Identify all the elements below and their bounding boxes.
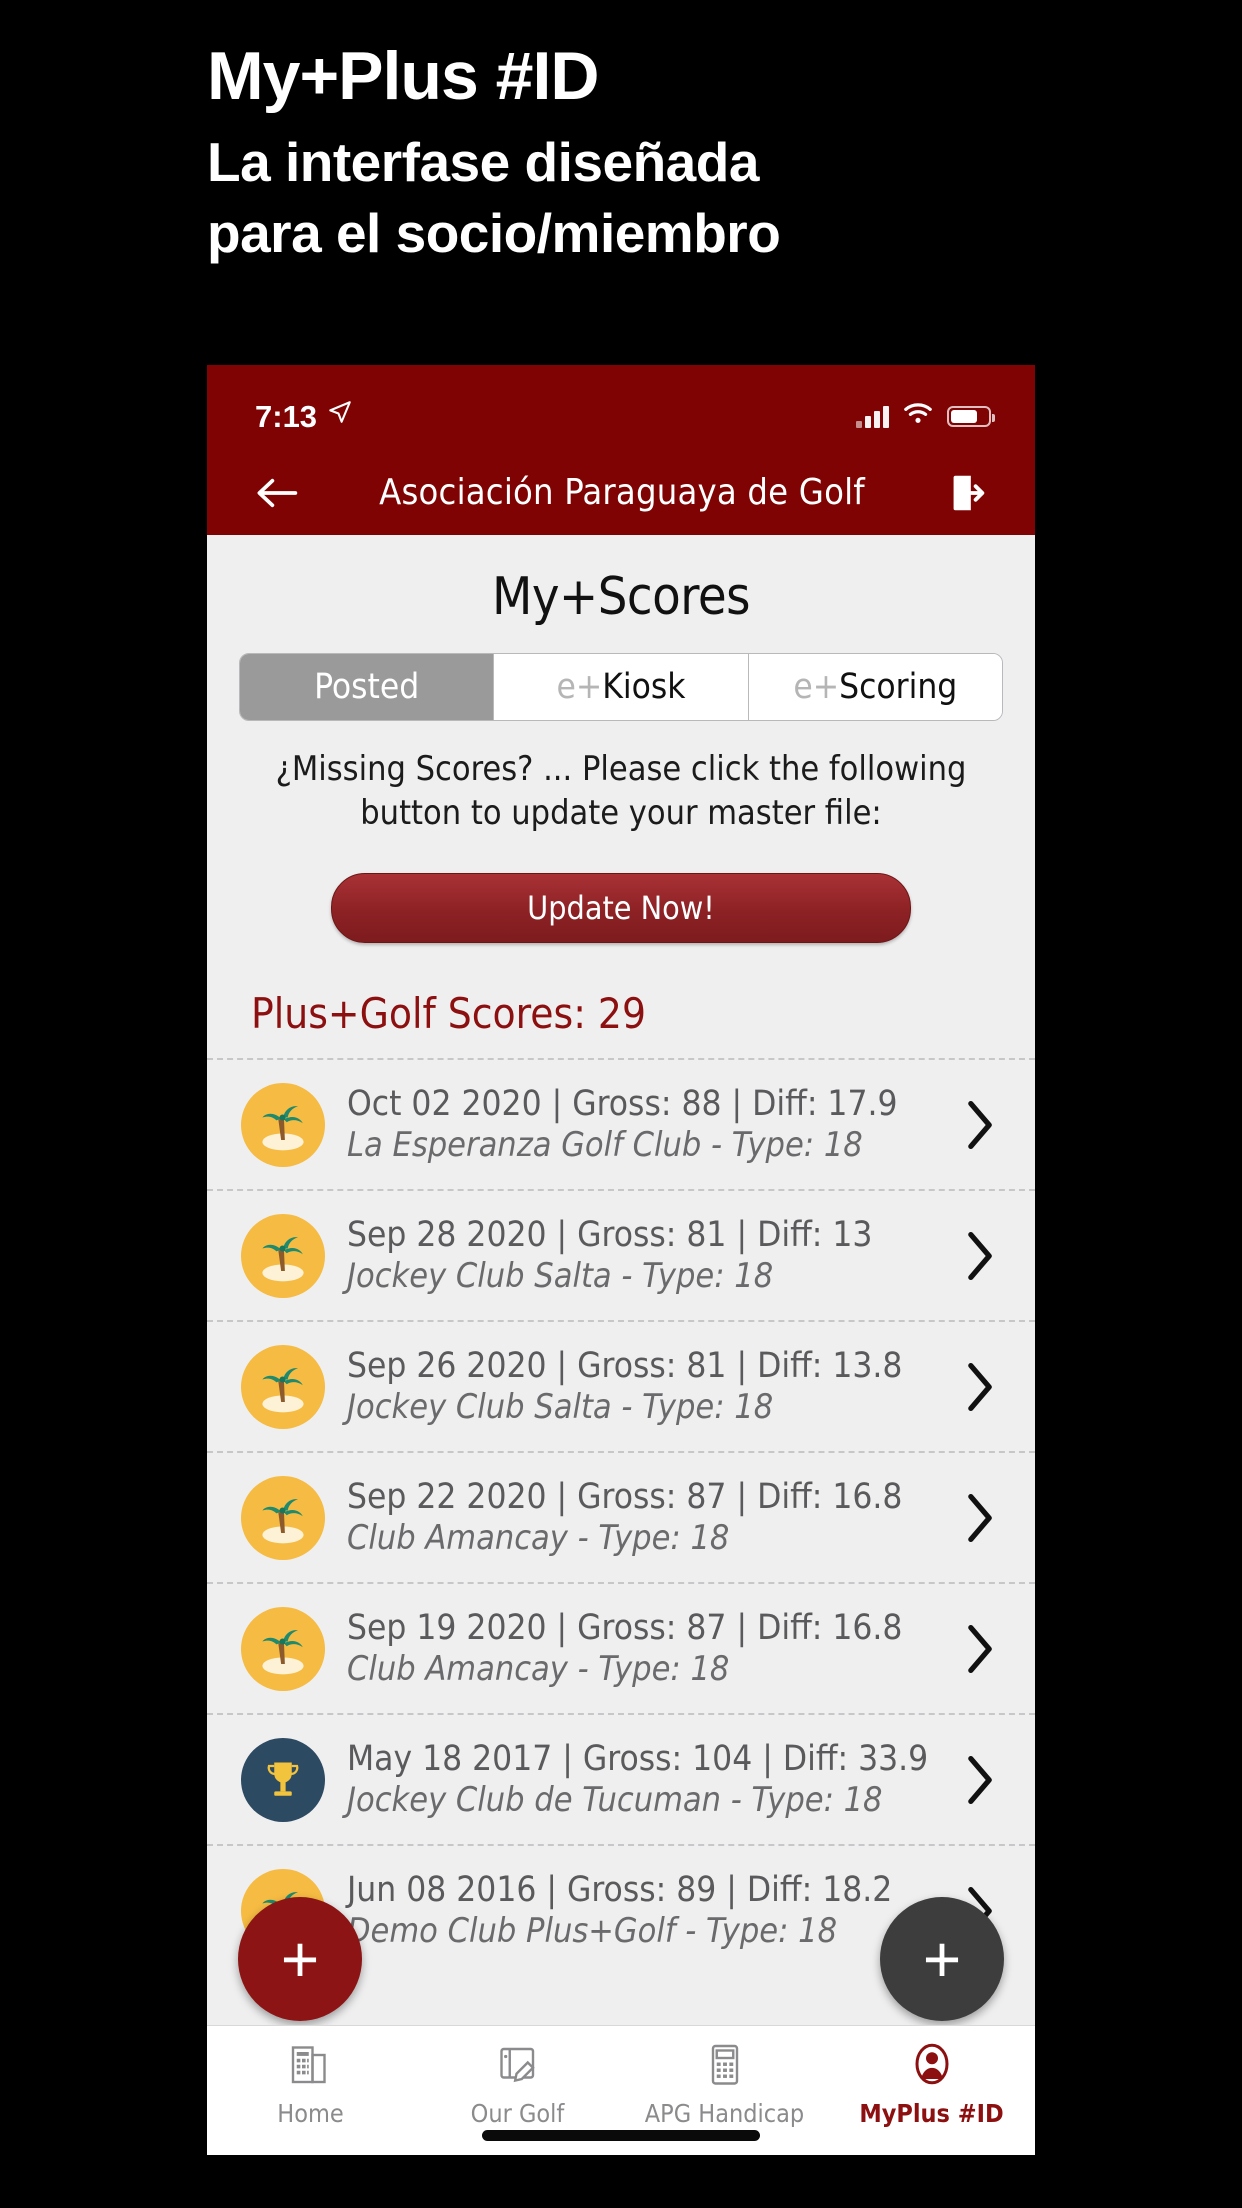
row-text: Sep 28 2020 | Gross: 81 | Diff: 13 Jocke… bbox=[347, 1215, 955, 1297]
tab-our-golf-label: Our Golf bbox=[470, 2099, 565, 2128]
chevron-right-icon[interactable] bbox=[955, 1623, 1005, 1675]
trophy-icon bbox=[241, 1737, 325, 1822]
phone-screenshot: 7:13 Asociación Paraguaya de Golf My+Sco… bbox=[207, 365, 1035, 2155]
tab-myplus-id[interactable]: MyPlus #ID bbox=[828, 2040, 1035, 2128]
update-now-button[interactable]: Update Now! bbox=[331, 873, 911, 944]
promo-header: My+Plus #ID La interfase diseñada para e… bbox=[0, 0, 1242, 365]
table-row[interactable]: Sep 19 2020 | Gross: 87 | Diff: 16.8 Clu… bbox=[207, 1582, 1035, 1713]
row-primary-text: Jun 08 2016 | Gross: 89 | Diff: 18.2 bbox=[347, 1869, 893, 1910]
chevron-right-icon[interactable] bbox=[955, 1754, 1005, 1806]
row-text: Jun 08 2016 | Gross: 89 | Diff: 18.2 Dem… bbox=[347, 1870, 955, 1952]
tab-apg-handicap[interactable]: APG Handicap bbox=[621, 2040, 828, 2128]
tab-home-label: Home bbox=[277, 2099, 344, 2128]
palm-tree-icon bbox=[241, 1475, 325, 1560]
chevron-right-icon[interactable] bbox=[955, 1492, 1005, 1544]
row-text: May 18 2017 | Gross: 104 | Diff: 33.9 Jo… bbox=[347, 1739, 955, 1821]
tab-apg-handicap-label: APG Handicap bbox=[644, 2099, 805, 2128]
segment-ekiosk[interactable]: e+ Kiosk bbox=[494, 654, 749, 720]
logout-button[interactable] bbox=[935, 461, 999, 525]
add-button[interactable]: + bbox=[880, 1897, 1004, 2021]
row-secondary-text: Club Amancay - Type: 18 bbox=[347, 1649, 730, 1690]
table-row[interactable]: Sep 28 2020 | Gross: 81 | Diff: 13 Jocke… bbox=[207, 1189, 1035, 1320]
palm-tree-icon bbox=[241, 1344, 325, 1429]
promo-subtitle-line-1: La interfase diseñada bbox=[207, 131, 759, 194]
tab-home[interactable]: Home bbox=[207, 2040, 414, 2128]
status-bar-right bbox=[856, 403, 995, 430]
row-secondary-text: Jockey Club de Tucuman - Type: 18 bbox=[347, 1780, 883, 1821]
row-secondary-text: Jockey Club Salta - Type: 18 bbox=[347, 1256, 774, 1297]
segment-escoring-prefix: e+ bbox=[793, 667, 840, 707]
table-row[interactable]: May 18 2017 | Gross: 104 | Diff: 33.9 Jo… bbox=[207, 1713, 1035, 1844]
home-indicator bbox=[482, 2130, 760, 2141]
building-icon bbox=[287, 2040, 335, 2093]
row-primary-text: Sep 22 2020 | Gross: 87 | Diff: 16.8 bbox=[347, 1476, 903, 1517]
segment-escoring-label: Scoring bbox=[839, 667, 958, 707]
segment-ekiosk-label: Kiosk bbox=[602, 667, 686, 707]
back-button[interactable] bbox=[245, 461, 309, 525]
promo-title: My+Plus #ID bbox=[207, 38, 600, 114]
chevron-right-icon[interactable] bbox=[955, 1361, 1005, 1413]
status-bar-left: 7:13 bbox=[255, 399, 353, 435]
tab-our-golf[interactable]: Our Golf bbox=[414, 2040, 621, 2128]
row-secondary-text: Club Amancay - Type: 18 bbox=[347, 1518, 730, 1559]
row-text: Sep 26 2020 | Gross: 81 | Diff: 13.8 Joc… bbox=[347, 1346, 955, 1428]
navigation-bar: Asociación Paraguaya de Golf bbox=[207, 450, 1035, 535]
row-text: Oct 02 2020 | Gross: 88 | Diff: 17.9 La … bbox=[347, 1084, 955, 1166]
row-secondary-text: Jockey Club Salta - Type: 18 bbox=[347, 1387, 774, 1428]
tab-myplus-id-label: MyPlus #ID bbox=[859, 2099, 1004, 2128]
update-button-wrapper: Update Now! bbox=[207, 873, 1035, 944]
status-bar: 7:13 bbox=[207, 365, 1035, 450]
palm-tree-icon bbox=[241, 1082, 325, 1167]
table-row[interactable]: Oct 02 2020 | Gross: 88 | Diff: 17.9 La … bbox=[207, 1058, 1035, 1189]
row-text: Sep 19 2020 | Gross: 87 | Diff: 16.8 Clu… bbox=[347, 1608, 955, 1690]
row-primary-text: May 18 2017 | Gross: 104 | Diff: 33.9 bbox=[347, 1738, 929, 1779]
person-badge-icon bbox=[908, 2040, 956, 2093]
battery-icon bbox=[947, 406, 995, 427]
chevron-right-icon[interactable] bbox=[955, 1099, 1005, 1151]
palm-tree-icon bbox=[241, 1606, 325, 1691]
row-secondary-text: La Esperanza Golf Club - Type: 18 bbox=[347, 1125, 863, 1166]
bottom-tab-bar: Home Our Golf APG Handicap MyPlus #ID bbox=[207, 2025, 1035, 2155]
promo-subtitle-line-2: para el socio/miembro bbox=[207, 201, 781, 264]
wifi-icon bbox=[903, 403, 933, 430]
table-row[interactable]: Sep 22 2020 | Gross: 87 | Diff: 16.8 Clu… bbox=[207, 1451, 1035, 1582]
table-row[interactable]: Sep 26 2020 | Gross: 81 | Diff: 13.8 Joc… bbox=[207, 1320, 1035, 1451]
segment-posted[interactable]: Posted bbox=[240, 654, 495, 720]
page-title: Asociación Paraguaya de Golf bbox=[379, 472, 865, 513]
tablet-pen-icon bbox=[494, 2040, 542, 2093]
row-text: Sep 22 2020 | Gross: 87 | Diff: 16.8 Clu… bbox=[347, 1477, 955, 1559]
segment-ekiosk-prefix: e+ bbox=[556, 667, 603, 707]
scores-segmented-control[interactable]: Posted e+ Kiosk e+ Scoring bbox=[239, 653, 1003, 721]
screen-content: My+Scores Posted e+ Kiosk e+ Scoring ¿Miss… bbox=[207, 535, 1035, 2155]
status-bar-time: 7:13 bbox=[255, 398, 318, 434]
segment-posted-label: Posted bbox=[314, 667, 420, 707]
location-arrow-icon bbox=[327, 397, 353, 433]
calculator-icon bbox=[701, 2040, 749, 2093]
palm-tree-icon bbox=[241, 1213, 325, 1298]
chevron-right-icon[interactable] bbox=[955, 1230, 1005, 1282]
missing-scores-notice: ¿Missing Scores? ... Please click the fo… bbox=[275, 749, 967, 834]
cellular-signal-icon bbox=[856, 405, 889, 428]
row-primary-text: Sep 26 2020 | Gross: 81 | Diff: 13.8 bbox=[347, 1345, 903, 1386]
screen-title: My+Scores bbox=[491, 567, 751, 627]
scores-count-header: Plus+Golf Scores: 29 bbox=[251, 989, 647, 1039]
row-primary-text: Oct 02 2020 | Gross: 88 | Diff: 17.9 bbox=[347, 1083, 898, 1124]
row-secondary-text: Demo Club Plus+Golf - Type: 18 bbox=[347, 1911, 838, 1952]
scores-list: Oct 02 2020 | Gross: 88 | Diff: 17.9 La … bbox=[207, 1058, 1035, 1975]
row-primary-text: Sep 28 2020 | Gross: 81 | Diff: 13 bbox=[347, 1214, 873, 1255]
row-primary-text: Sep 19 2020 | Gross: 87 | Diff: 16.8 bbox=[347, 1607, 903, 1648]
add-score-button[interactable]: + bbox=[238, 1897, 362, 2021]
segment-escoring[interactable]: e+ Scoring bbox=[748, 654, 1002, 720]
